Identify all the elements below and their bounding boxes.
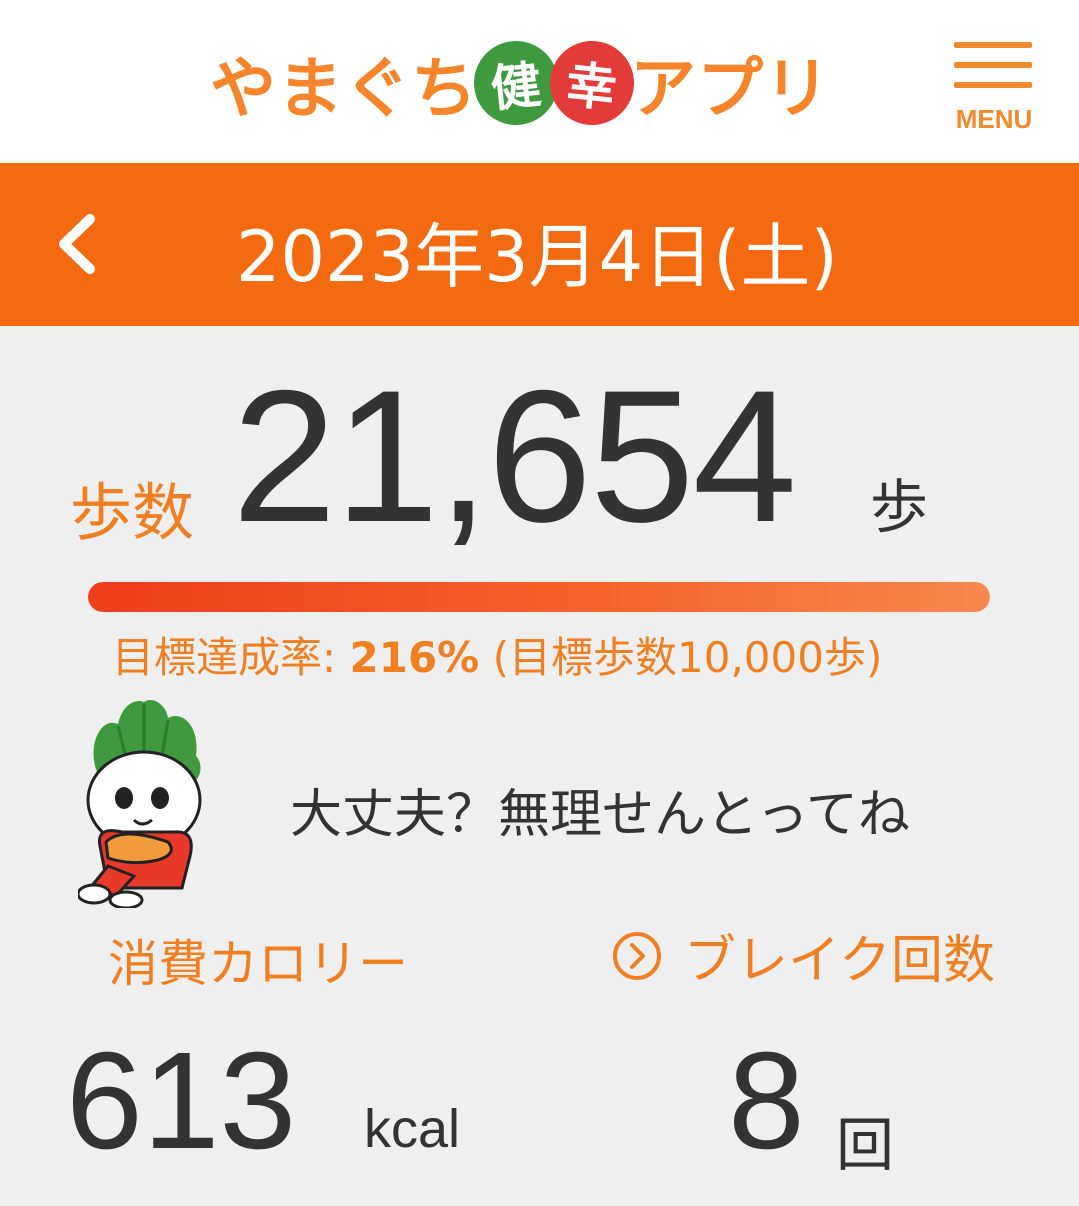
break-count-unit: 回 bbox=[836, 1111, 895, 1179]
menu-button[interactable]: MENU bbox=[944, 38, 1044, 138]
calorie-unit: kcal bbox=[364, 1099, 461, 1159]
chevron-left-icon bbox=[59, 214, 95, 274]
logo-text-yamaguchi: やまぐち bbox=[210, 50, 478, 127]
mascot-character-image bbox=[76, 696, 208, 910]
app-screen: やまぐち 健 幸 アプリ MENU 2023年3月4日(土) 歩数 21,654… bbox=[0, 0, 1079, 1206]
current-date: 2023年3月4日(土) bbox=[236, 216, 838, 298]
break-count-link[interactable]: ブレイク回数 bbox=[612, 918, 995, 993]
app-header: やまぐち 健 幸 アプリ MENU bbox=[0, 0, 1079, 163]
logo-badge-ken: 健 bbox=[469, 36, 563, 130]
calorie-label: 消費カロリー bbox=[108, 935, 408, 993]
hamburger-icon-bar bbox=[954, 62, 1032, 68]
menu-label: MENU bbox=[955, 104, 1033, 134]
goal-achievement-line: 目標達成率: 216% (目標歩数10,000歩) bbox=[112, 624, 882, 685]
logo-text-app: アプリ bbox=[630, 50, 831, 127]
steps-label: 歩数 bbox=[70, 476, 195, 549]
app-logo[interactable]: やまぐち 健 幸 アプリ bbox=[210, 28, 831, 138]
goal-rate-value: 216% bbox=[349, 633, 480, 682]
date-bar: 2023年3月4日(土) bbox=[0, 163, 1079, 326]
break-count-label: ブレイク回数 bbox=[684, 931, 995, 991]
goal-progress-fill bbox=[88, 582, 990, 612]
goal-progress-bar bbox=[88, 582, 990, 612]
steps-value: 21,654 bbox=[232, 351, 797, 561]
hamburger-icon-bar bbox=[954, 82, 1032, 88]
previous-day-button[interactable] bbox=[48, 209, 112, 279]
goal-target-steps: (目標歩数10,000歩) bbox=[479, 633, 883, 682]
chevron-right-circle-icon bbox=[613, 931, 661, 980]
break-count-value: 8 bbox=[728, 1024, 805, 1178]
goal-rate-label: 目標達成率: bbox=[112, 633, 350, 682]
steps-unit: 歩 bbox=[870, 473, 929, 541]
hamburger-icon bbox=[954, 42, 1032, 48]
logo-badge-kou: 幸 bbox=[545, 36, 639, 130]
calorie-value: 613 bbox=[66, 1024, 297, 1178]
encouragement-message: 大丈夫？無理せんとってね bbox=[290, 785, 910, 845]
